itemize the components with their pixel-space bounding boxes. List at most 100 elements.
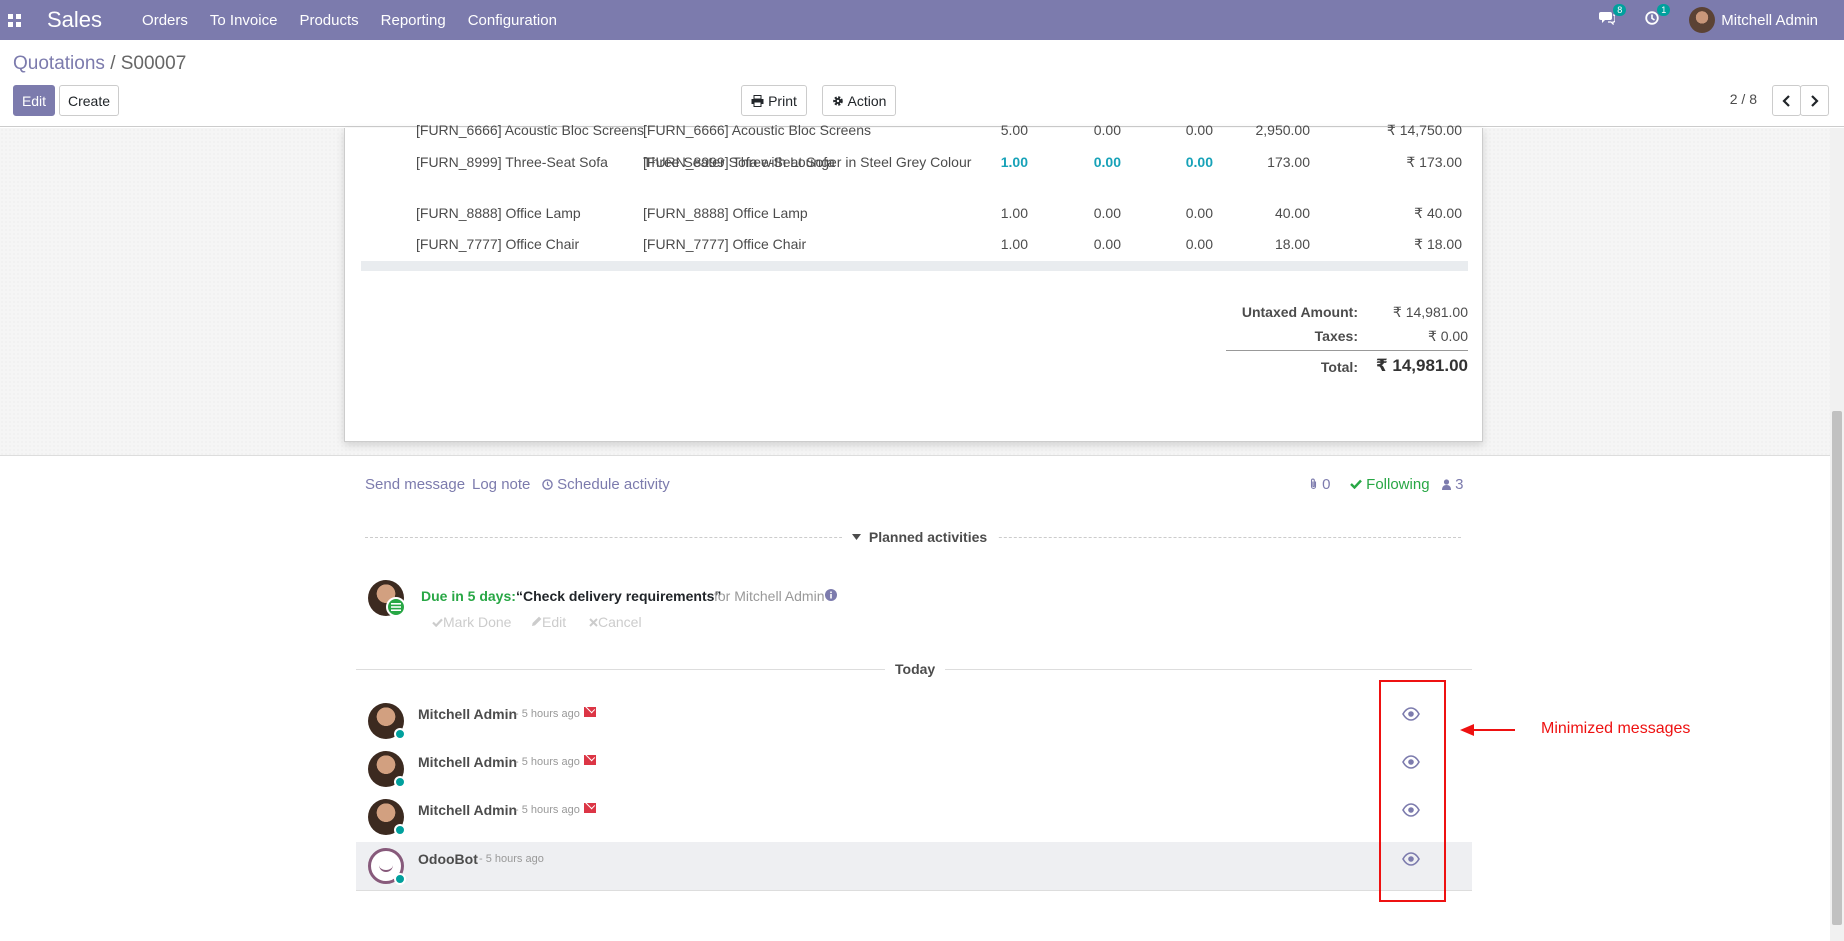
top-navbar: Sales Orders To Invoice Products Reporti… bbox=[0, 0, 1844, 40]
app-brand[interactable]: Sales bbox=[47, 7, 102, 33]
breadcrumb-current: S00007 bbox=[120, 53, 187, 74]
pencil-icon bbox=[532, 616, 542, 626]
table-row[interactable]: [FURN_8888] Office Lamp [FURN_8888] Offi… bbox=[361, 205, 1468, 235]
line-description: [FURN_8888] Office Lamp bbox=[643, 205, 808, 221]
attachments-count: 0 bbox=[1322, 476, 1331, 493]
message-author[interactable]: Mitchell Admin bbox=[418, 706, 517, 722]
table-row[interactable]: [FURN_8999] Three-Seat Sofa [FURN_8999] … bbox=[361, 154, 1468, 198]
breadcrumb: Quotations / S00007 bbox=[13, 53, 186, 75]
print-label: Print bbox=[768, 92, 797, 109]
line-unit-price: 18.00 bbox=[1274, 236, 1310, 252]
line-description: [FURN_6666] Acoustic Bloc Screens bbox=[643, 122, 871, 138]
clock-icon bbox=[542, 479, 553, 490]
schedule-activity-label: Schedule activity bbox=[557, 476, 670, 493]
line-quantity: 1.00 bbox=[1000, 236, 1028, 252]
activity-edit-button[interactable]: Edit bbox=[531, 614, 566, 630]
following-button[interactable]: Following bbox=[1350, 476, 1430, 493]
message-item[interactable]: OdooBot - 5 hours ago bbox=[356, 842, 1472, 890]
followers-button[interactable]: 3 bbox=[1442, 476, 1464, 493]
line-description-detail: Three Seater Sofa with Lounger in Steel … bbox=[643, 154, 972, 170]
action-label: Action bbox=[847, 92, 887, 109]
annotation-highlight-box bbox=[1379, 680, 1446, 902]
line-delivered: 0.00 bbox=[1093, 122, 1121, 138]
message-author[interactable]: OdooBot bbox=[418, 851, 478, 867]
scrollbar-thumb[interactable] bbox=[1832, 411, 1842, 925]
line-description: [FURN_7777] Office Chair bbox=[643, 236, 807, 252]
form-sheet: [FURN_6666] Acoustic Bloc Screens [FURN_… bbox=[344, 122, 1483, 442]
line-product: [FURN_7777] Office Chair bbox=[416, 236, 580, 252]
line-subtotal: ₹ 173.00 bbox=[1406, 154, 1462, 170]
planned-activities-toggle[interactable]: Planned activities bbox=[842, 529, 998, 545]
online-status-icon bbox=[394, 728, 406, 740]
message-item[interactable]: Mitchell Admin - 5 hours ago bbox=[356, 745, 1472, 793]
edit-button[interactable]: Edit bbox=[13, 85, 55, 116]
total-value: ₹ 14,981.00 bbox=[1375, 356, 1468, 375]
info-icon[interactable] bbox=[825, 589, 837, 601]
line-invoiced: 0.00 bbox=[1185, 205, 1213, 221]
paperclip-icon bbox=[1310, 478, 1317, 490]
menu-configuration[interactable]: Configuration bbox=[468, 12, 557, 29]
print-button[interactable]: Print bbox=[741, 85, 807, 116]
table-footer bbox=[361, 261, 1468, 271]
menu-to-invoice[interactable]: To Invoice bbox=[210, 12, 278, 29]
message-item[interactable]: Mitchell Admin - 5 hours ago bbox=[356, 793, 1472, 841]
messages-bottom-divider bbox=[356, 890, 1472, 891]
breadcrumb-quotations[interactable]: Quotations bbox=[13, 53, 105, 74]
schedule-activity-button[interactable]: Schedule activity bbox=[542, 476, 670, 493]
today-label: Today bbox=[885, 661, 946, 677]
activity-menu[interactable]: 1 bbox=[1645, 4, 1671, 29]
pager-value[interactable]: 2 / 8 bbox=[1730, 91, 1757, 107]
line-quantity: 5.00 bbox=[1000, 122, 1028, 138]
line-quantity: 1.00 bbox=[1000, 205, 1028, 221]
activity-summary: “Check delivery requirements” bbox=[516, 588, 722, 604]
line-unit-price: 2,950.00 bbox=[1255, 122, 1311, 138]
envelope-icon[interactable] bbox=[584, 803, 596, 813]
totals-divider bbox=[1226, 350, 1468, 351]
menu-reporting[interactable]: Reporting bbox=[381, 12, 446, 29]
mark-done-label: Mark Done bbox=[443, 614, 512, 630]
message-author[interactable]: Mitchell Admin bbox=[418, 754, 517, 770]
chevron-right-icon bbox=[1811, 94, 1819, 107]
activity-cancel-button[interactable]: Cancel bbox=[589, 614, 642, 630]
message-author[interactable]: Mitchell Admin bbox=[418, 802, 517, 818]
chevron-left-icon bbox=[1782, 94, 1790, 107]
action-button[interactable]: Action bbox=[822, 85, 896, 116]
message-item[interactable]: Mitchell Admin - 5 hours ago bbox=[356, 697, 1472, 745]
line-quantity: 1.00 bbox=[1000, 154, 1028, 170]
line-product: [FURN_6666] Acoustic Bloc Screens bbox=[416, 122, 644, 138]
create-button[interactable]: Create bbox=[59, 85, 119, 116]
envelope-icon[interactable] bbox=[584, 755, 596, 765]
untaxed-label: Untaxed Amount: bbox=[1241, 304, 1358, 320]
activity-assignee: for Mitchell Admin bbox=[714, 588, 825, 604]
user-avatar[interactable] bbox=[1689, 7, 1716, 33]
send-message-button[interactable]: Send message bbox=[365, 476, 465, 493]
menu-orders[interactable]: Orders bbox=[142, 12, 188, 29]
line-delivered: 0.00 bbox=[1093, 236, 1121, 252]
user-icon bbox=[1442, 479, 1451, 490]
messaging-menu[interactable]: 8 bbox=[1599, 4, 1627, 29]
apps-menu-icon[interactable] bbox=[8, 13, 21, 27]
page-scrollbar[interactable] bbox=[1830, 128, 1844, 941]
message-date: - 5 hours ago bbox=[479, 853, 544, 865]
table-row[interactable]: [FURN_6666] Acoustic Bloc Screens [FURN_… bbox=[361, 122, 1468, 152]
pager-previous-button[interactable] bbox=[1772, 85, 1801, 116]
followers-count: 3 bbox=[1455, 476, 1464, 493]
main-menu: Orders To Invoice Products Reporting Con… bbox=[142, 12, 579, 29]
taxes-value: ₹ 0.00 bbox=[1427, 328, 1468, 344]
mark-done-button[interactable]: Mark Done bbox=[432, 614, 511, 630]
user-menu[interactable]: Mitchell Admin bbox=[1721, 12, 1818, 29]
online-status-icon bbox=[394, 776, 406, 788]
log-note-button[interactable]: Log note bbox=[472, 476, 530, 493]
menu-products[interactable]: Products bbox=[299, 12, 358, 29]
pager-next-button[interactable] bbox=[1800, 85, 1829, 116]
line-subtotal: ₹ 14,750.00 bbox=[1386, 122, 1462, 138]
bot-status-icon bbox=[394, 873, 406, 885]
gear-icon bbox=[832, 95, 843, 106]
annotation-arrow-head bbox=[1460, 724, 1474, 736]
line-subtotal: ₹ 18.00 bbox=[1414, 236, 1462, 252]
envelope-icon[interactable] bbox=[584, 707, 596, 717]
chatter: Send message Log note Schedule activity … bbox=[0, 457, 1830, 941]
attachments-button[interactable]: 0 bbox=[1309, 476, 1331, 493]
following-label: Following bbox=[1366, 476, 1430, 493]
activity-type-icon bbox=[386, 597, 406, 617]
